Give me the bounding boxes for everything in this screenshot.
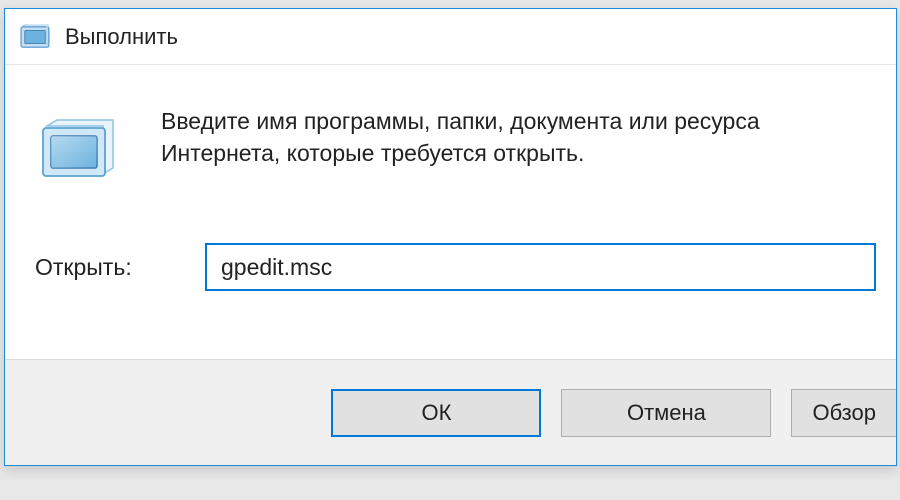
open-input[interactable] <box>205 243 876 291</box>
dialog-body: Введите имя программы, папки, документа … <box>5 65 896 359</box>
open-label: Открыть: <box>35 254 205 281</box>
run-dialog: Выполнить Введите имя програ <box>4 8 897 466</box>
dialog-title: Выполнить <box>65 24 178 50</box>
button-bar: ОК Отмена Обзор <box>5 359 896 465</box>
browse-button[interactable]: Обзор <box>791 389 896 437</box>
run-icon <box>19 21 51 53</box>
titlebar: Выполнить <box>5 9 896 65</box>
run-large-icon <box>35 109 121 195</box>
cancel-button[interactable]: Отмена <box>561 389 771 437</box>
ok-button[interactable]: ОК <box>331 389 541 437</box>
dialog-description: Введите имя программы, папки, документа … <box>161 103 876 169</box>
